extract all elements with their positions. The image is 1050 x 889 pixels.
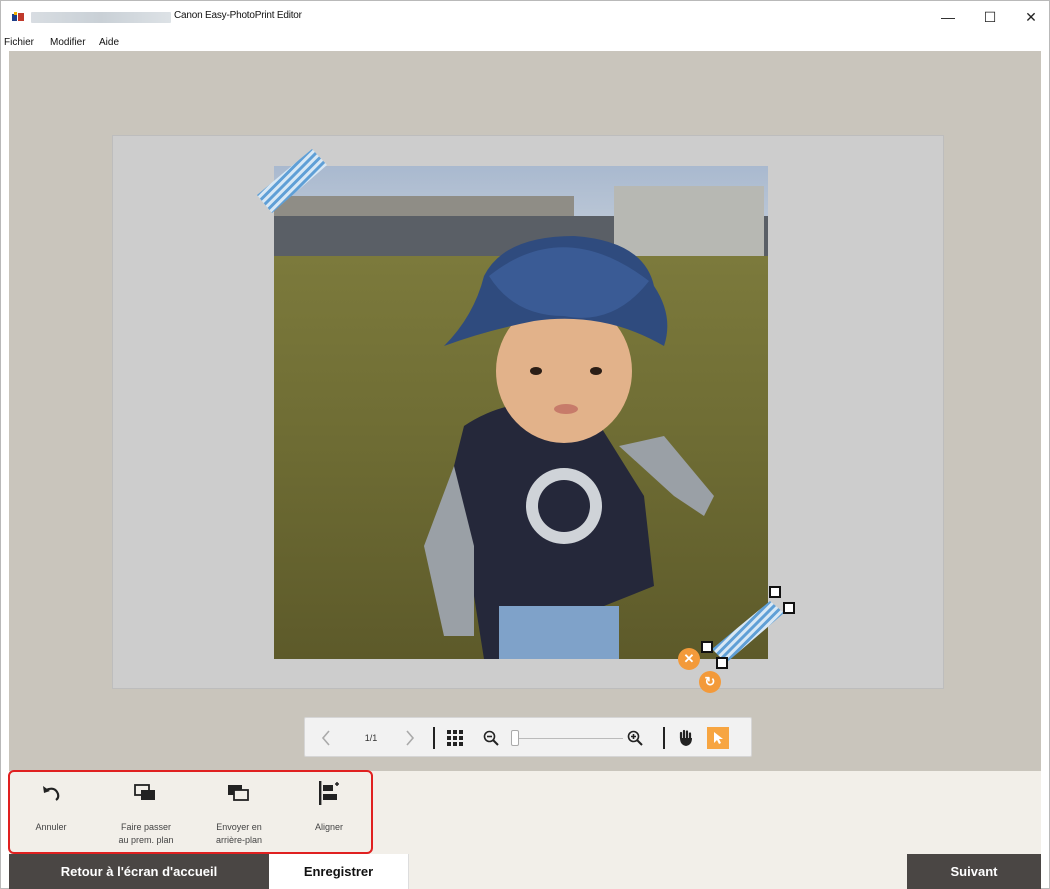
view-toolbar: 1/1 [304,717,752,757]
separator [433,727,435,749]
maximize-button[interactable]: ☐ [970,1,1010,33]
select-tool-button[interactable] [707,727,729,749]
back-to-home-button[interactable]: Retour à l'écran d'accueil [9,854,269,889]
photo-item[interactable] [274,166,768,659]
tape-sticker-top-left[interactable] [252,147,332,217]
save-button[interactable]: Enregistrer [269,854,409,889]
menu-aide[interactable]: Aide [99,37,119,48]
photo-child-with-hat-icon [274,166,768,659]
page-list-button[interactable] [443,718,467,758]
separator [663,727,665,749]
chevron-right-icon [406,730,415,746]
pan-tool-button[interactable] [673,718,699,758]
hand-icon [679,729,692,746]
resize-handle-top[interactable] [769,586,781,598]
zoom-out-button[interactable] [479,718,503,758]
highlight-outline [8,770,373,854]
resize-handle-right[interactable] [783,602,795,614]
zoom-in-button[interactable] [623,718,647,758]
zoom-in-icon [627,730,643,746]
resize-handle-bottom[interactable] [716,657,728,669]
editor-workspace: ✕ ↻ [9,51,1041,771]
minimize-button[interactable]: — [928,1,968,33]
window-title: Canon Easy-PhotoPrint Editor [174,10,302,21]
prev-page-button[interactable] [311,718,341,758]
title-redacted-area [31,12,171,23]
next-button[interactable]: Suivant [907,854,1041,889]
menu-fichier[interactable]: Fichier [4,37,34,48]
resize-handle-left[interactable] [701,641,713,653]
app-logo-icon [12,12,24,21]
rotate-item-button[interactable]: ↻ [699,671,721,693]
zoom-slider-knob[interactable] [511,730,519,746]
grid-icon [447,730,463,746]
close-button[interactable]: ✕ [1011,1,1050,33]
chevron-left-icon [321,730,330,746]
pointer-icon [714,732,723,744]
app-window: Canon Easy-PhotoPrint Editor — ☐ ✕ Fichi… [0,0,1050,889]
next-page-button[interactable] [395,718,425,758]
title-bar: Canon Easy-PhotoPrint Editor — ☐ ✕ [1,1,1049,35]
delete-item-button[interactable]: ✕ [678,648,700,670]
page-indicator: 1/1 [364,733,378,743]
menu-bar: Fichier Modifier Aide [1,35,1049,51]
menu-modifier[interactable]: Modifier [50,37,86,48]
zoom-slider-track[interactable] [513,738,623,739]
zoom-out-icon [483,730,499,746]
